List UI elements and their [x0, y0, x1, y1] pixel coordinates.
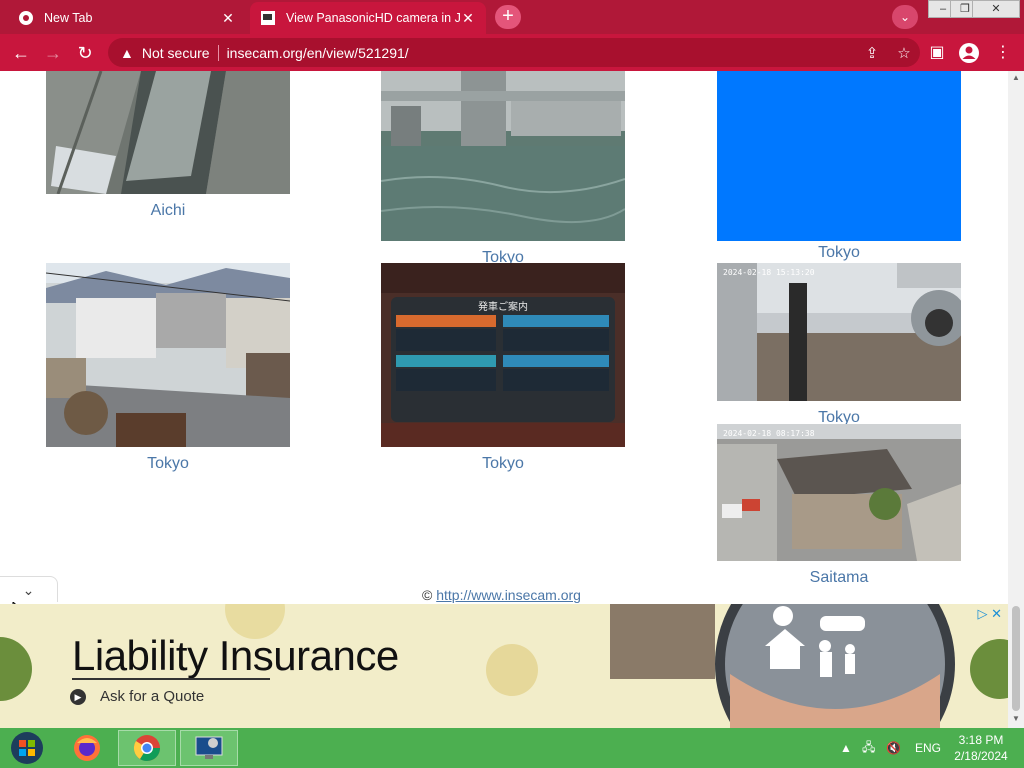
page-scrollbar[interactable]: ▲ ▼	[1008, 71, 1024, 728]
windows-taskbar: ▲ 🖧 🔇 ENG 3:18 PM 2/18/2024	[0, 728, 1024, 768]
tab-title: New Tab	[44, 11, 93, 25]
tab-new-tab[interactable]: New Tab ✕	[8, 2, 246, 34]
back-button[interactable]: ←	[8, 40, 34, 66]
url-text[interactable]: insecam.org/en/view/521291/	[227, 45, 856, 61]
firefox-icon	[74, 735, 100, 761]
footer-copyright: © http://www.insecam.org	[422, 587, 581, 603]
chrome-icon	[133, 735, 161, 762]
browser-toolbar: ← → ↻ ▲ Not secure insecam.org/en/view/5…	[0, 34, 1024, 71]
camera-card-tokyo[interactable]: Tokyo	[380, 71, 626, 267]
show-hidden-icons-button[interactable]: ▲	[840, 728, 852, 768]
camera-location-link[interactable]: Tokyo	[46, 455, 290, 473]
tab-insecam[interactable]: View PanasonicHD camera in Jap ✕	[250, 2, 486, 34]
ad-banner[interactable]: Liability Insurance ▶ Ask for a Quote ▷ …	[0, 604, 1008, 728]
page-content: Aichi Tokyo Tokyo Tokyo 発車ご案内 Tokyo 2024…	[0, 71, 1008, 604]
language-indicator[interactable]: ENG	[915, 728, 941, 768]
camera-thumbnail[interactable]	[717, 71, 961, 241]
address-bar[interactable]: ▲ Not secure insecam.org/en/view/521291/…	[108, 38, 920, 67]
ad-headline[interactable]: Liability Insurance	[72, 632, 399, 680]
camera-timestamp: 2024-02-18 08:17:38	[723, 429, 815, 438]
chrome-icon	[19, 11, 33, 25]
firefox-taskbar-button[interactable]	[62, 730, 112, 766]
security-label[interactable]: Not secure	[142, 45, 210, 61]
camera-location-link[interactable]: Tokyo	[717, 244, 961, 262]
ad-underline	[72, 678, 270, 680]
monitor-settings-icon	[195, 736, 223, 759]
clock-date: 2/18/2024	[954, 749, 1008, 763]
camera-timestamp: 2024-02-18 15:13:20	[723, 268, 815, 277]
new-tab-button[interactable]: +	[495, 5, 521, 29]
menu-kebab-icon[interactable]: ⋮	[992, 42, 1014, 64]
reload-button[interactable]: ↻	[72, 40, 98, 66]
camera-location-link[interactable]: Aichi	[46, 202, 290, 220]
ad-cta-label[interactable]: Ask for a Quote	[100, 688, 204, 705]
side-panel-icon[interactable]: ▣	[926, 42, 948, 64]
collapse-ad-button[interactable]: ⌄	[0, 576, 58, 602]
footer-site-link[interactable]: http://www.insecam.org	[436, 587, 581, 603]
scrollbar-thumb[interactable]	[1012, 606, 1020, 711]
camera-card-aichi[interactable]: Aichi	[46, 71, 290, 220]
camera-favicon-icon	[261, 11, 275, 25]
clock-time: 3:18 PM	[958, 733, 1004, 747]
camera-thumbnail[interactable]	[46, 71, 290, 195]
chrome-taskbar-button[interactable]	[118, 730, 176, 766]
remote-desktop-taskbar-button[interactable]	[180, 730, 238, 766]
scroll-down-arrow-icon[interactable]: ▼	[1012, 714, 1020, 723]
camera-card-tokyo[interactable]: 発車ご案内 Tokyo	[381, 263, 625, 473]
close-tab-icon[interactable]: ✕	[460, 10, 476, 27]
warning-icon[interactable]: ▲	[120, 45, 134, 61]
network-icon[interactable]: 🖧	[862, 728, 875, 768]
profile-avatar-icon[interactable]	[958, 42, 980, 64]
tab-title: View PanasonicHD camera in Jap	[286, 11, 460, 25]
camera-card-tokyo[interactable]: Tokyo	[717, 71, 961, 262]
forward-button[interactable]: →	[40, 40, 66, 66]
board-title: 発車ご案内	[478, 300, 528, 313]
system-clock[interactable]: 3:18 PM 2/18/2024	[946, 732, 1016, 764]
camera-thumbnail[interactable]: 2024-02-18 15:13:20	[717, 263, 967, 401]
close-tab-icon[interactable]: ✕	[220, 10, 236, 27]
camera-thumbnail[interactable]	[45, 263, 291, 447]
camera-thumbnail[interactable]	[380, 71, 626, 241]
divider	[217, 44, 219, 61]
camera-thumbnail[interactable]: 2024-02-18 08:17:38	[717, 424, 961, 561]
copyright-symbol: ©	[422, 587, 433, 603]
start-button[interactable]	[2, 730, 52, 766]
camera-location-link[interactable]: Saitama	[717, 569, 961, 587]
scroll-up-arrow-icon[interactable]: ▲	[1012, 73, 1020, 82]
ad-choices-icon[interactable]: ▷ ✕	[977, 606, 1002, 622]
camera-card-tokyo[interactable]: 2024-02-18 15:13:20 Tokyo	[717, 263, 967, 427]
camera-card-tokyo[interactable]: Tokyo	[45, 263, 291, 473]
camera-thumbnail[interactable]: 発車ご案内	[381, 263, 625, 447]
camera-card-saitama[interactable]: 2024-02-18 08:17:38 Saitama	[717, 424, 961, 587]
share-icon[interactable]: ⇪	[856, 44, 888, 62]
tab-search-button[interactable]: ⌄	[892, 5, 918, 29]
close-window-button[interactable]: ✕	[972, 0, 1020, 18]
ad-cta[interactable]: ▶ Ask for a Quote	[70, 688, 204, 705]
volume-muted-icon[interactable]: 🔇	[886, 728, 901, 768]
bookmark-star-icon[interactable]: ☆	[888, 44, 920, 62]
tab-strip: New Tab ✕ View PanasonicHD camera in Jap…	[0, 0, 1024, 34]
windows-logo-icon	[11, 732, 43, 764]
arrow-right-icon: ▶	[70, 688, 86, 705]
camera-location-link[interactable]: Tokyo	[381, 455, 625, 473]
